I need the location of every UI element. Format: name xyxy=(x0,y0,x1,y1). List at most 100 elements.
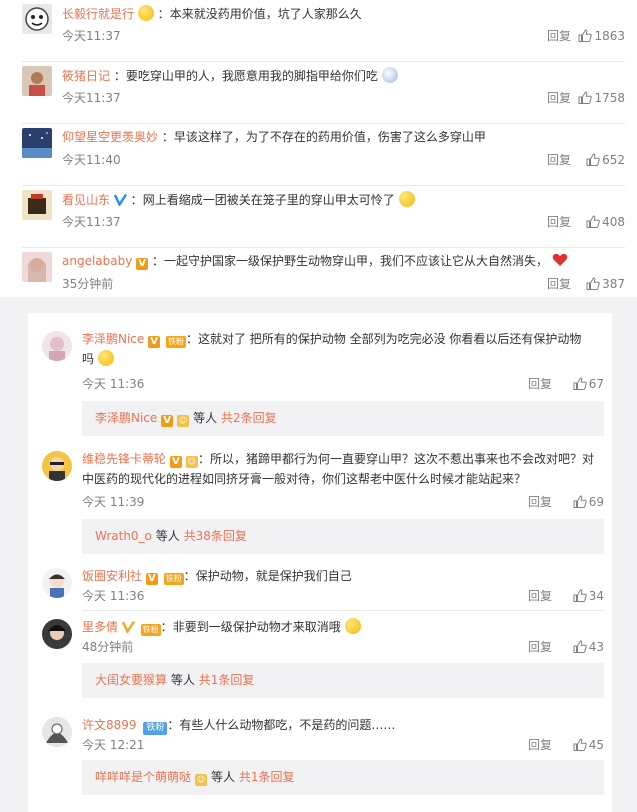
comment-item: 里多倩 铁粉 ：非要到一级保护动物才来取消哦 48分钟前 回复 43 大闺女要猴算… xyxy=(42,611,604,706)
comment-username[interactable]: 饭圈安利社 xyxy=(82,569,142,583)
verified-orange-v-icon: V xyxy=(148,336,161,348)
fan-badge: 铁粉 xyxy=(165,336,186,348)
like-count: 408 xyxy=(602,215,625,229)
comment-text-continued: 中医药的现代化的进程如同挤牙膏一般对待，你们这帮老中医什么时候才能站起来？ xyxy=(82,472,527,486)
smile-emoji-icon xyxy=(137,5,154,21)
like-button[interactable]: 1863 xyxy=(577,28,625,44)
comment-item: 看见山东 ：网上看缩成一团被关在笼子里的穿山甲太可怜了 今天11:37 回复 4… xyxy=(22,186,625,248)
thumbs-up-icon xyxy=(578,91,593,104)
comment-text: 非要到一级保护动物才来取消哦 xyxy=(172,620,341,634)
like-button[interactable]: 43 xyxy=(560,639,604,655)
verified-orange-v-icon: V xyxy=(136,258,149,270)
sub-reply-count[interactable]: 共38条回复 xyxy=(184,529,247,543)
avatar[interactable] xyxy=(22,252,52,282)
reply-button[interactable]: 回复 xyxy=(547,28,571,44)
verified-blue-v-icon xyxy=(113,193,127,206)
right-margin xyxy=(612,313,637,812)
thumbs-up-icon xyxy=(586,153,600,166)
sub-reply-user[interactable]: 咩咩咩是个萌萌哒 xyxy=(95,770,191,784)
sub-reply-summary[interactable]: Wrath0_o 等人 共38条回复 xyxy=(82,519,604,554)
comment-text-continued: 吗 xyxy=(82,352,95,366)
like-button[interactable]: 652 xyxy=(577,152,625,168)
thumbs-up-icon xyxy=(573,377,587,390)
comment-username[interactable]: 维稳先锋卡蒂轮 xyxy=(82,452,166,466)
like-button[interactable]: 67 xyxy=(560,376,604,392)
like-button[interactable]: 408 xyxy=(577,214,625,230)
like-count: 387 xyxy=(602,277,625,291)
sad-emoji-icon xyxy=(398,191,415,207)
thumbs-up-icon xyxy=(573,640,587,653)
thumbs-up-icon xyxy=(573,589,587,602)
sub-reply-user[interactable]: Wrath0_o xyxy=(95,529,152,543)
comment-text: 有些人什么动物都吃，不是药的问题…… xyxy=(179,718,396,732)
sub-reply-count[interactable]: 共2条回复 xyxy=(221,411,277,425)
comment-time: 48分钟前 xyxy=(82,640,134,654)
wink-emoji-icon xyxy=(97,350,114,366)
reply-button[interactable]: 回复 xyxy=(528,494,552,510)
avatar[interactable] xyxy=(22,4,52,34)
avatar[interactable] xyxy=(42,451,72,481)
comment-username[interactable]: angelababy xyxy=(62,254,132,268)
like-button[interactable]: 34 xyxy=(560,588,604,604)
reply-button[interactable]: 回复 xyxy=(547,214,571,230)
fan-badge: 铁粉 xyxy=(143,722,168,735)
like-count: 1758 xyxy=(594,91,625,105)
comment-text: 保护动物，就是保护我们自己 xyxy=(195,569,352,583)
reply-button[interactable]: 回复 xyxy=(547,276,571,292)
reply-button[interactable]: 回复 xyxy=(547,152,571,168)
comment-time: 今天11:37 xyxy=(62,215,121,229)
comment-time: 今天11:40 xyxy=(62,153,121,167)
sub-reply-summary[interactable]: 李泽鹏Nice V ☺ 等人 共2条回复 xyxy=(82,401,604,436)
comment-username[interactable]: 长毅行就是行 xyxy=(62,7,134,21)
comment-username[interactable]: 仰望星空更羡奥妙 xyxy=(62,130,158,144)
reply-button[interactable]: 回复 xyxy=(528,737,552,753)
like-count: 34 xyxy=(588,589,604,603)
comment-item: 维稳先锋卡蒂轮 V ☺ ：所以，猪蹄甲都行为何一直要穿山甲？这次不惹出事来也不会改… xyxy=(42,443,604,558)
sub-reply-count[interactable]: 共1条回复 xyxy=(239,770,295,784)
sub-reply-summary[interactable]: 咩咩咩是个萌萌哒 ☺ 等人 共1条回复 xyxy=(82,760,604,795)
level-badge: ☺ xyxy=(185,456,199,468)
avatar[interactable] xyxy=(22,66,52,96)
like-count: 69 xyxy=(588,495,604,509)
comment-username[interactable]: 许文8899 xyxy=(82,718,137,732)
comment-item: 长毅行就是行 ：本来就没药用价值，坑了人家那么久 今天11:37 回复 1863 xyxy=(22,0,625,62)
level-badge: ☺ xyxy=(194,774,208,786)
fan-badge: 铁粉 xyxy=(163,573,184,585)
like-count: 67 xyxy=(588,377,604,391)
sub-reply-count[interactable]: 共1条回复 xyxy=(199,673,255,687)
reply-button[interactable]: 回复 xyxy=(528,376,552,392)
avatar[interactable] xyxy=(22,128,52,158)
comment-item: 饭圈安利社 V 铁粉 ：保护动物，就是保护我们自己 今天 11:36 回复 34 xyxy=(42,560,604,610)
avatar[interactable] xyxy=(42,331,72,361)
comment-text: 这就对了 把所有的保护动物 全部列为吃完必没 你看看以后还有保护动物 xyxy=(197,332,582,346)
comment-username[interactable]: 筱猪日记 xyxy=(62,69,110,83)
avatar[interactable] xyxy=(42,717,72,747)
avatar[interactable] xyxy=(42,568,72,598)
like-count: 652 xyxy=(602,153,625,167)
sub-reply-user[interactable]: 李泽鹏Nice xyxy=(95,411,157,425)
comment-username[interactable]: 里多倩 xyxy=(82,620,118,634)
like-button[interactable]: 387 xyxy=(577,276,625,292)
sub-reply-user[interactable]: 大闺女要猴算 xyxy=(95,673,167,687)
sub-reply-summary[interactable]: 大闺女要猴算 等人 共1条回复 xyxy=(82,663,604,698)
comment-time: 今天 11:36 xyxy=(82,589,145,603)
left-margin xyxy=(0,313,28,812)
section-gap xyxy=(0,297,637,313)
thumbs-up-icon xyxy=(586,277,600,290)
avatar[interactable] xyxy=(22,190,52,220)
fan-badge: ☺ xyxy=(176,415,190,427)
like-button[interactable]: 69 xyxy=(560,494,604,510)
reply-button[interactable]: 回复 xyxy=(547,90,571,106)
comment-text: 所以，猪蹄甲都行为何一直要穿山甲？这次不惹出事来也不会改对吧？对 xyxy=(210,452,595,466)
like-button[interactable]: 1758 xyxy=(577,90,625,106)
comment-item: 许文8899 铁粉 ：有些人什么动物都吃，不是药的问题…… 今天 12:21 回复… xyxy=(42,709,604,804)
avatar[interactable] xyxy=(42,619,72,649)
comment-item: 筱猪日记 ：要吃穿山甲的人，我愿意用我的脚指甲给你们吃 今天11:37 回复 1… xyxy=(22,62,625,124)
comment-username[interactable]: 看见山东 xyxy=(62,193,110,207)
verified-orange-v-icon: V xyxy=(161,415,174,427)
reply-button[interactable]: 回复 xyxy=(528,588,552,604)
comment-username[interactable]: 李泽鹏Nice xyxy=(82,332,144,346)
comment-item: 李泽鹏Nice V 铁粉 ：这就对了 把所有的保护动物 全部列为吃完必没 你看看以… xyxy=(42,323,604,436)
reply-button[interactable]: 回复 xyxy=(528,639,552,655)
like-button[interactable]: 45 xyxy=(560,737,604,753)
